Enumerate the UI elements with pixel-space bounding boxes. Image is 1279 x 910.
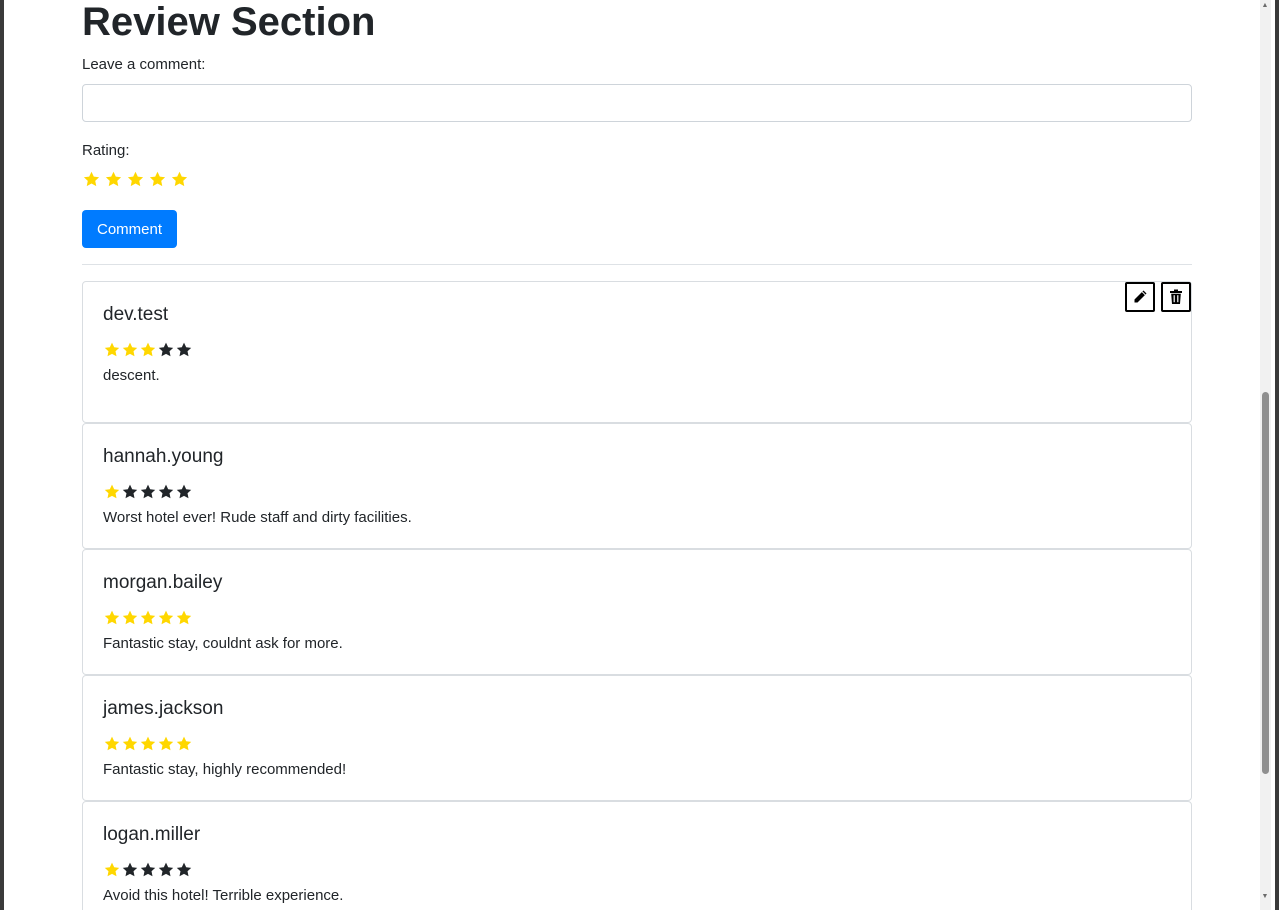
rating-input[interactable] [82,170,189,194]
star-icon [122,610,138,625]
star-icon [158,862,174,877]
review-text: Fantastic stay, highly recommended! [103,761,347,778]
star-icon [158,484,174,499]
star-icon [158,610,174,625]
pencil-icon [1134,290,1147,303]
divider [82,264,1192,265]
star-icon [104,736,120,751]
rating-label: Rating: [82,142,130,159]
delete-review-button[interactable] [1161,282,1191,312]
review-rating [103,341,193,359]
review-rating [103,861,193,879]
star-icon [122,484,138,499]
review-username: logan.miller [103,824,201,845]
star-icon [176,862,192,877]
star-icon [140,862,156,877]
review-username: hannah.young [103,446,224,467]
star-icon [176,342,192,357]
review-card: logan.miller Avoid this hotel! Terrible e… [82,801,1192,910]
review-username: dev.test [103,304,169,325]
scroll-up-arrow[interactable]: ▲ [1261,2,1269,10]
comment-label: Leave a comment: [82,56,206,73]
review-text: Fantastic stay, couldnt ask for more. [103,635,343,652]
rating-star-icon[interactable] [104,170,123,189]
star-icon [140,484,156,499]
star-icon [140,610,156,625]
star-icon [176,610,192,625]
comment-button[interactable]: Comment [82,210,177,248]
star-icon [176,736,192,751]
comment-input[interactable] [82,84,1192,122]
star-icon [104,484,120,499]
scroll-down-arrow[interactable]: ▼ [1261,893,1269,901]
star-icon [140,342,156,357]
star-icon [176,484,192,499]
review-card: morgan.bailey Fantastic stay, couldnt ask… [82,549,1192,675]
review-rating [103,609,193,627]
review-text: Avoid this hotel! Terrible experience. [103,887,344,904]
rating-star-icon[interactable] [170,170,189,189]
review-card: james.jackson Fantastic stay, highly reco… [82,675,1192,801]
rating-star-icon[interactable] [148,170,167,189]
star-icon [104,342,120,357]
star-icon [122,736,138,751]
rating-star-icon[interactable] [82,170,101,189]
review-username: james.jackson [103,698,224,719]
review-username: morgan.bailey [103,572,223,593]
star-icon [140,736,156,751]
star-icon [158,342,174,357]
page-title: Review Section [82,0,376,44]
review-rating [103,735,193,753]
scrollbar-thumb[interactable] [1262,392,1269,774]
star-icon [158,736,174,751]
edit-review-button[interactable] [1125,282,1155,312]
star-icon [104,862,120,877]
review-rating [103,483,193,501]
star-icon [104,610,120,625]
review-text: descent. [103,367,160,384]
review-card: dev.test descent. [82,281,1192,423]
star-icon [122,342,138,357]
trash-icon [1170,289,1182,304]
star-icon [122,862,138,877]
browser-viewport: Review Section Leave a comment: Rating: … [0,0,1279,910]
review-text: Worst hotel ever! Rude staff and dirty f… [103,509,412,526]
review-card: hannah.young Worst hotel ever! Rude staff… [82,423,1192,549]
rating-star-icon[interactable] [126,170,145,189]
